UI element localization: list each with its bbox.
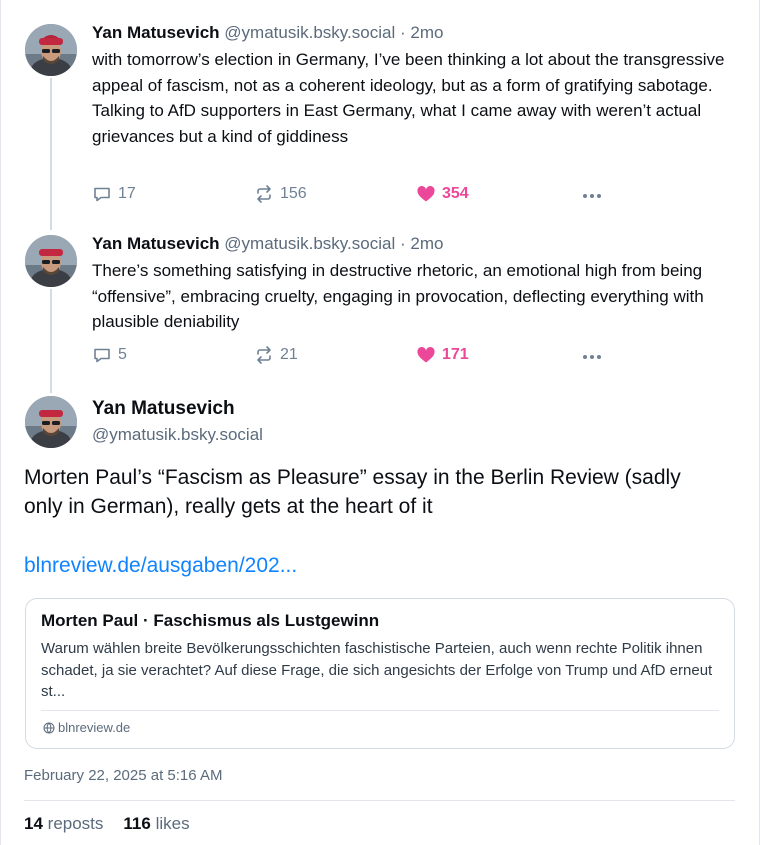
- post-actions: 17 156 354: [92, 184, 612, 208]
- repost-arrows-icon: [257, 185, 271, 203]
- card-domain-text: blnreview.de: [58, 720, 131, 735]
- post-actions: 5 21 171: [92, 345, 612, 369]
- like-count: 171: [442, 346, 469, 363]
- repost-count: 21: [280, 346, 298, 363]
- card-divider: [41, 710, 719, 711]
- card-domain: blnreview.de: [43, 720, 130, 735]
- likes-stat[interactable]: 116 likes: [123, 814, 189, 834]
- repost-count: 156: [280, 185, 307, 202]
- avatar[interactable]: [25, 235, 77, 287]
- engagement-stats: 14 reposts 116 likes: [24, 814, 190, 834]
- reply-count: 5: [118, 346, 127, 363]
- divider: [24, 800, 735, 801]
- repost-button[interactable]: 156: [254, 184, 307, 204]
- repost-button[interactable]: 21: [254, 345, 298, 365]
- like-button[interactable]: 354: [416, 184, 469, 204]
- card-title: Morten Paul · Faschismus als Lustgewinn: [41, 611, 380, 630]
- more-dots-icon: [583, 194, 587, 198]
- more-options-button[interactable]: [578, 184, 606, 208]
- post-timestamp: February 22, 2025 at 5:16 AM: [24, 767, 223, 784]
- post-header: Yan Matusevich @ymatusik.bsky.social · 2…: [92, 233, 740, 255]
- author-handle[interactable]: @ymatusik.bsky.social: [224, 234, 395, 253]
- thread-line: [50, 289, 52, 393]
- globe-icon: [43, 722, 55, 733]
- thread-line: [50, 78, 52, 230]
- reply-button[interactable]: 17: [92, 184, 136, 204]
- avatar[interactable]: [25, 24, 77, 76]
- card-description: Warum wählen breite Bevölkerungsschichte…: [41, 640, 713, 700]
- post-age[interactable]: 2mo: [410, 23, 443, 42]
- like-total: 116: [123, 814, 151, 833]
- thread-post[interactable]: Yan Matusevich @ymatusik.bsky.social · 2…: [92, 22, 740, 149]
- avatar[interactable]: [25, 396, 77, 448]
- author-name[interactable]: Yan Matusevich: [92, 23, 220, 42]
- author-name[interactable]: Yan Matusevich: [92, 234, 220, 253]
- thread-post[interactable]: Yan Matusevich @ymatusik.bsky.social · 2…: [92, 233, 740, 335]
- post-text: with tomorrow’s election in Germany, I’v…: [92, 50, 725, 146]
- repost-arrows-icon: [257, 346, 271, 364]
- heart-icon: [417, 346, 435, 363]
- heart-icon: [417, 185, 435, 202]
- like-button[interactable]: 171: [416, 345, 469, 365]
- more-options-button[interactable]: [578, 345, 606, 369]
- post-link[interactable]: blnreview.de/ausgaben/202...: [24, 554, 297, 578]
- link-preview-card[interactable]: Morten Paul · Faschismus als Lustgewinn …: [25, 598, 735, 749]
- reply-bubble-icon: [94, 187, 110, 202]
- separator-dot: ·: [399, 23, 406, 42]
- like-total-label: likes: [155, 814, 190, 833]
- reply-bubble-icon: [94, 348, 110, 363]
- reply-count: 17: [118, 185, 136, 202]
- post-text: There’s something satisfying in destruct…: [92, 261, 704, 331]
- repost-total-label: reposts: [47, 814, 104, 833]
- author-handle[interactable]: @ymatusik.bsky.social: [92, 425, 263, 445]
- post-header: Yan Matusevich @ymatusik.bsky.social · 2…: [92, 22, 740, 44]
- more-dots-icon: [583, 355, 587, 359]
- separator-dot: ·: [399, 234, 406, 253]
- post-text: Morten Paul’s “Fascism as Pleasure” essa…: [24, 466, 681, 518]
- reply-button[interactable]: 5: [92, 345, 127, 365]
- like-count: 354: [442, 185, 469, 202]
- reposts-stat[interactable]: 14 reposts: [24, 814, 103, 834]
- author-handle[interactable]: @ymatusik.bsky.social: [224, 23, 395, 42]
- post-age[interactable]: 2mo: [410, 234, 443, 253]
- repost-total: 14: [24, 814, 43, 833]
- author-name[interactable]: Yan Matusevich: [92, 398, 235, 420]
